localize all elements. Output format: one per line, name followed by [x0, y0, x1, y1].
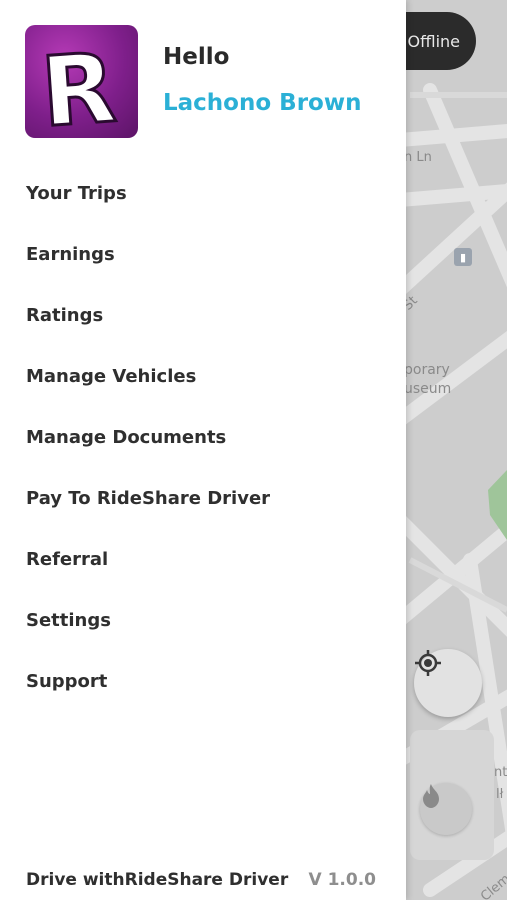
- my-location-button[interactable]: [414, 649, 482, 717]
- menu-item-support[interactable]: Support: [0, 651, 406, 712]
- menu-item-settings[interactable]: Settings: [0, 590, 406, 651]
- status-label: Offline: [407, 31, 461, 51]
- map-poi-label: useum: [404, 381, 452, 397]
- app-logo-icon: R: [36, 30, 121, 138]
- app-version: V 1.0.0: [308, 870, 376, 890]
- drawer-footer: Drive withRideShare Driver V 1.0.0: [26, 870, 376, 890]
- avatar-letter: R: [38, 32, 120, 138]
- flame-icon: [423, 784, 439, 808]
- crosshair-icon: [415, 650, 441, 676]
- heatmap-button[interactable]: [420, 783, 472, 835]
- menu-item-pay-to-rideshare[interactable]: Pay To RideShare Driver: [0, 468, 406, 529]
- menu-item-manage-vehicles[interactable]: Manage Vehicles: [0, 346, 406, 407]
- map-poi-label: porary: [404, 362, 450, 378]
- avatar[interactable]: R: [25, 25, 138, 138]
- navigation-drawer: R Hello Lachono Brown Your Trips Earning…: [0, 0, 406, 900]
- footer-brand: Drive withRideShare Driver: [26, 870, 289, 890]
- transit-icon: ▮: [454, 248, 472, 266]
- menu-item-manage-documents[interactable]: Manage Documents: [0, 407, 406, 468]
- greeting-text: Hello: [163, 44, 230, 70]
- menu-item-earnings[interactable]: Earnings: [0, 224, 406, 285]
- map-street-label: n Ln: [404, 150, 432, 165]
- menu-item-ratings[interactable]: Ratings: [0, 285, 406, 346]
- drawer-menu: Your Trips Earnings Ratings Manage Vehic…: [0, 163, 406, 712]
- menu-item-referral[interactable]: Referral: [0, 529, 406, 590]
- map-street-label: nta: [494, 765, 507, 780]
- map-street-label: lł: [496, 787, 504, 802]
- user-name: Lachono Brown: [163, 90, 362, 116]
- menu-item-your-trips[interactable]: Your Trips: [0, 163, 406, 224]
